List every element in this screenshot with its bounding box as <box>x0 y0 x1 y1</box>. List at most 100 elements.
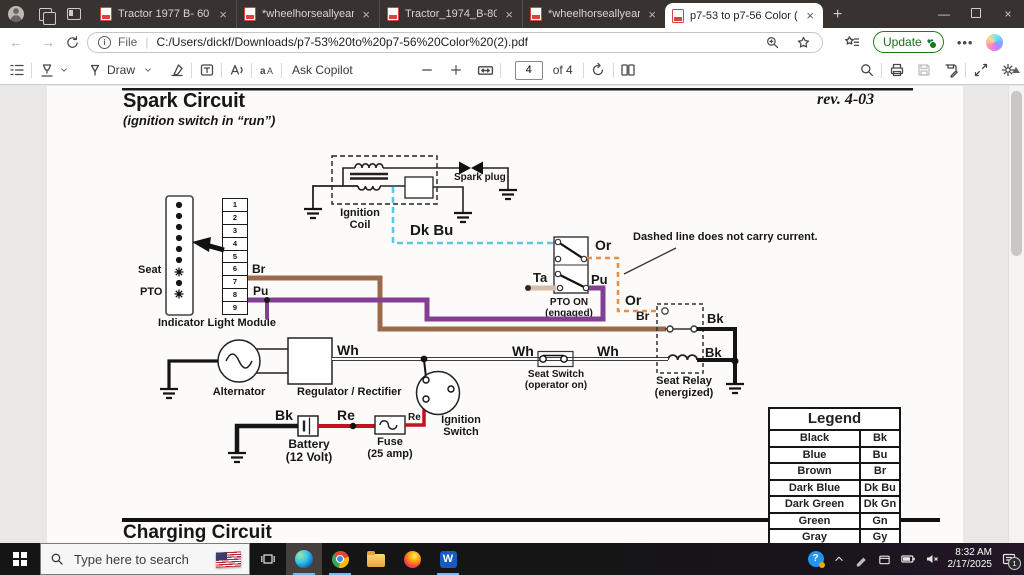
tab-group-icon[interactable] <box>39 7 56 25</box>
table-of-contents-icon[interactable] <box>8 62 25 79</box>
tab-close-icon[interactable]: × <box>217 8 229 21</box>
maximize-button[interactable] <box>960 0 992 28</box>
tab-title: Tractor_1974_B-80_4-spd_1 <box>405 8 498 20</box>
tab-close-icon[interactable]: × <box>804 9 816 22</box>
taskbar-clock[interactable]: 8:32 AM 2/17/2025 <box>948 547 993 572</box>
taskbar-app-explorer[interactable] <box>358 543 394 575</box>
legend-color-name: Dark Blue <box>770 480 861 495</box>
search-icon <box>51 553 63 565</box>
taskbar-app-word[interactable]: W <box>430 543 466 575</box>
zoom-in-icon[interactable] <box>448 62 465 79</box>
info-icon[interactable]: i <box>98 35 111 49</box>
new-tab-button[interactable]: + <box>823 2 852 28</box>
tab-close-icon[interactable]: × <box>646 8 658 21</box>
browser-tab[interactable]: Tractor_1974_B-80_4-spd_1 × <box>379 0 522 28</box>
pdf-file-icon <box>244 7 256 21</box>
ink-workspace-icon[interactable] <box>854 552 869 567</box>
vertical-scrollbar[interactable] <box>1008 86 1024 543</box>
rotate-icon[interactable] <box>590 62 607 79</box>
zoom-out-icon[interactable] <box>419 62 436 79</box>
minimize-button[interactable]: — <box>928 0 960 28</box>
save-icon <box>915 62 932 79</box>
legend-table: Legend Black Bk Blue Bu Brown Br Dark Blue D… <box>768 407 901 543</box>
clock-time: 8:32 AM <box>955 546 992 558</box>
legend-color-name: Green <box>770 513 861 528</box>
legend-color-name: Gray <box>770 530 861 543</box>
us-flag-icon[interactable] <box>216 551 241 568</box>
scrollbar-up-arrow[interactable] <box>1012 67 1020 73</box>
text-box-icon[interactable] <box>198 62 215 79</box>
chevron-up-icon[interactable] <box>832 552 846 566</box>
legend-color-abbr: Gn <box>872 514 888 527</box>
legend-color-abbr: Gy <box>872 531 888 543</box>
search-document-icon[interactable] <box>858 62 875 79</box>
update-button[interactable]: Update ♥ <box>873 31 944 53</box>
translate-icon[interactable]: aA <box>258 62 275 79</box>
legend-title: Legend <box>807 410 862 427</box>
address-bar: ← → i File | C:/Users/dickf/Downloads/p7… <box>0 28 1024 56</box>
tab-title: p7-53 to p7-56 Color (2).p <box>690 9 798 22</box>
fit-width-icon[interactable] <box>477 62 494 79</box>
close-button[interactable]: × <box>992 0 1024 28</box>
browser-tab[interactable]: *wheelhorseallyears.pdf × <box>236 0 379 28</box>
favorites-bar-icon[interactable] <box>843 34 860 51</box>
browser-tab-bar: Tractor 1977 B- 60 B-80 B- × *wheelhorse… <box>0 0 1024 28</box>
legend-row: Dark Blue Dk Bu <box>770 478 899 495</box>
legend-row: Brown Br <box>770 462 899 479</box>
zoom-page-icon[interactable] <box>764 34 781 51</box>
task-view-icon <box>261 554 275 564</box>
browser-tab[interactable]: Tractor 1977 B- 60 B-80 B- × <box>93 0 236 28</box>
profile-avatar-icon[interactable] <box>8 6 24 22</box>
back-icon[interactable]: ← <box>0 34 32 50</box>
chrome-icon <box>331 550 349 568</box>
eraser-icon[interactable] <box>168 62 185 79</box>
highlighter-chevron-icon[interactable] <box>55 62 72 79</box>
start-button[interactable] <box>0 543 40 575</box>
taskbar-app-chrome[interactable] <box>322 543 358 575</box>
taskbar-search-input[interactable] <box>72 550 196 568</box>
draw-pen-icon[interactable] <box>86 62 103 79</box>
pdf-file-icon <box>530 7 542 21</box>
battery-icon[interactable] <box>900 551 916 567</box>
system-tray: ? 8:32 AM 2/17/2025 1 <box>807 547 1024 572</box>
read-aloud-icon[interactable] <box>228 62 245 79</box>
task-view-button[interactable] <box>250 543 286 575</box>
taskbar-search-box[interactable] <box>40 543 250 575</box>
taskbar-app-edge[interactable] <box>286 543 322 575</box>
browser-tab[interactable]: *wheelhorseallyears.pdf × <box>522 0 665 28</box>
print-icon[interactable] <box>888 62 905 79</box>
draw-chevron-icon[interactable] <box>139 62 156 79</box>
ask-copilot-button[interactable]: Ask Copilot <box>292 63 353 77</box>
scrollbar-thumb[interactable] <box>1011 91 1022 256</box>
window-controls: — × <box>928 0 1024 28</box>
browser-tab-active[interactable]: p7-53 to p7-56 Color (2).p × <box>665 3 823 28</box>
word-icon: W <box>439 550 457 568</box>
copilot-icon[interactable] <box>986 33 1004 51</box>
pdf-file-icon <box>672 8 684 23</box>
help-icon[interactable]: ? <box>807 551 825 568</box>
url-field[interactable]: i File | C:/Users/dickf/Downloads/p7-53%… <box>87 31 823 53</box>
taskbar-app-firefox[interactable] <box>394 543 430 575</box>
clock-date: 2/17/2025 <box>947 559 993 570</box>
highlighter-icon[interactable] <box>38 62 55 79</box>
tab-close-icon[interactable]: × <box>360 8 372 21</box>
workspaces-icon[interactable] <box>67 8 81 20</box>
settings-more-icon[interactable]: ••• <box>957 35 974 50</box>
windows-taskbar: W ? 8:32 AM 2/17/2025 1 <box>0 543 1024 575</box>
action-center-button[interactable]: 1 <box>1000 550 1021 570</box>
save-as-icon[interactable] <box>942 62 959 79</box>
page-view-icon[interactable] <box>620 62 637 79</box>
window-tray-icon[interactable] <box>877 552 892 567</box>
legend-color-abbr: Dk Bu <box>864 481 896 494</box>
tab-close-icon[interactable]: × <box>503 8 515 21</box>
legend-row: Green Gn <box>770 511 899 528</box>
refresh-icon[interactable] <box>64 34 81 51</box>
volume-muted-icon[interactable] <box>924 551 940 567</box>
favorite-star-icon[interactable] <box>795 34 812 51</box>
legend-row: Dark Green Dk Gn <box>770 495 899 512</box>
tab-title: Tractor 1977 B- 60 B-80 B- <box>118 8 211 20</box>
page-number-input[interactable] <box>514 60 543 80</box>
draw-label[interactable]: Draw <box>107 63 135 77</box>
fullscreen-icon[interactable] <box>972 62 989 79</box>
forward-icon[interactable]: → <box>32 34 64 50</box>
